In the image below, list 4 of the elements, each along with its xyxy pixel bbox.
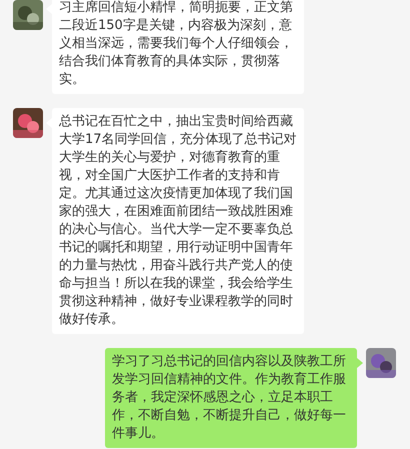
message-bubble: 总书记在百忙之中，抽出宝贵时间给西藏大学17名同学回信，充分体现了总书记对大学生的关心与爱护，对德育教育的重视，对全国广大医护工作者的支持和肯定。尤其通过这次疫情更加体现了我们国家的强大，在困难面前团结一致战胜困难的决心与信心。当代大学一定不要辜负总书记的嘱托和期望，用行动证明中国青年的力量与热忱，用奋斗践行共产党人的使命与担当！所以在我的课堂，我会给学生贯彻这种精神，做好专业课程教学的同时做好传承。	[52, 108, 304, 334]
message-bubble: 习主席回信短小精悍，简明扼要，正文第二段近150字是关键，内容极为深刻，意义相当深远，需要我们每个人仔细领会，结合我们体育教育的具体实际，贯彻落实。	[52, 0, 304, 94]
message-bubble: 学习了习总书记的回信内容以及陕教工所发学习回信精神的文件。作为教育工作服务者，我定深怀感恩之心，立足本职工作，不断自勉，不断提升自己，做好每一件事儿。	[105, 348, 357, 448]
bubble-tail-icon	[357, 358, 363, 368]
